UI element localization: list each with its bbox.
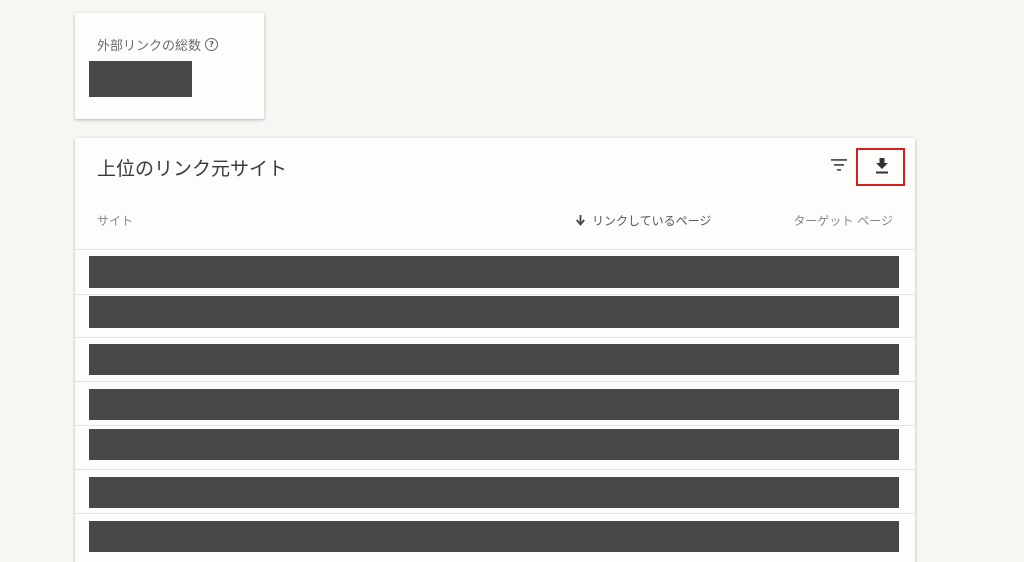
redacted-row-content [89,429,899,460]
total-external-links-label: 外部リンクの総数 [97,39,202,54]
total-external-links-card: 外部リンクの総数 ? [75,13,264,119]
card-title: 上位のリンク元サイト [97,158,288,180]
column-header-site[interactable]: サイト [97,212,133,229]
table-row[interactable] [75,295,915,338]
search-console-links-page: 外部リンクの総数 ? 上位のリンク元サイト サイト リンクしているページ ターゲ… [0,0,1024,562]
total-external-links-value-redacted [89,61,192,97]
column-header-linking-pages-label: リンクしているページ [592,214,712,228]
redacted-row-content [89,344,899,375]
table-row[interactable] [75,514,915,558]
table-header: サイト リンクしているページ ターゲット ページ [75,212,915,232]
table-row[interactable] [75,338,915,382]
column-header-target-pages[interactable]: ターゲット ページ [793,212,893,229]
redacted-row-content [89,477,899,508]
download-icon [876,158,888,174]
redacted-row-content [89,521,899,552]
top-linking-sites-card: 上位のリンク元サイト サイト リンクしているページ ターゲット ページ [75,138,915,562]
table-row[interactable] [75,470,915,514]
redacted-row-content [89,389,899,420]
filter-icon[interactable] [831,159,847,171]
help-icon[interactable]: ? [205,38,219,51]
redacted-row-content [89,296,899,328]
redacted-row-content [89,256,899,288]
column-header-linking-pages[interactable]: リンクしているページ [576,212,711,229]
download-button[interactable] [856,148,905,186]
arrow-down-icon [576,215,585,226]
table-row[interactable] [75,426,915,470]
table-row[interactable] [75,250,915,295]
total-external-links-label-row: 外部リンクの総数 ? [97,35,219,54]
table-row[interactable] [75,382,915,426]
